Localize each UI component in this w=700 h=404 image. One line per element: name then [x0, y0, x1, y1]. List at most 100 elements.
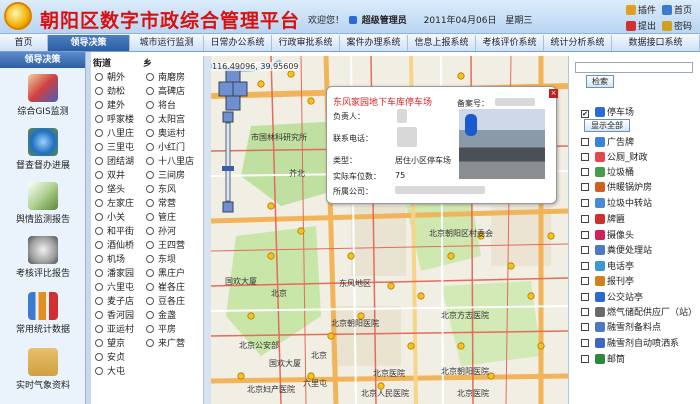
- layer-item[interactable]: 报刊亭: [581, 276, 634, 288]
- layer-item[interactable]: 融雪剂备料点: [581, 322, 661, 334]
- poi-marker-icon[interactable]: [457, 72, 465, 80]
- poi-marker-icon[interactable]: [447, 252, 455, 260]
- tab-report[interactable]: 信息上报系统: [408, 35, 476, 51]
- layer-checkbox[interactable]: [581, 308, 589, 316]
- layer-item[interactable]: 融雪剂自动喷洒系: [581, 338, 679, 350]
- street-radio-item[interactable]: 机场: [95, 252, 125, 265]
- poi-marker-icon[interactable]: [247, 312, 255, 320]
- poi-marker-icon[interactable]: [307, 97, 315, 105]
- radio-icon[interactable]: [95, 297, 103, 305]
- layer-checkbox[interactable]: ✔: [581, 110, 589, 118]
- layer-checkbox[interactable]: [581, 277, 589, 285]
- street-radio-item[interactable]: 香河园: [95, 308, 134, 321]
- street-radio-item[interactable]: 双井: [95, 168, 125, 181]
- layer-checkbox[interactable]: [581, 183, 589, 191]
- radio-icon[interactable]: [95, 185, 103, 193]
- search-button[interactable]: 检索: [586, 75, 614, 88]
- township-radio-item[interactable]: 平房: [146, 322, 176, 335]
- radio-icon[interactable]: [95, 143, 103, 151]
- layer-item[interactable]: 摄像头: [581, 230, 634, 242]
- township-radio-item[interactable]: 黑庄户: [146, 266, 185, 279]
- township-radio-item[interactable]: 东坝: [146, 252, 176, 265]
- street-radio-item[interactable]: 潘家园: [95, 266, 134, 279]
- poi-marker-icon[interactable]: [327, 332, 335, 340]
- radio-icon[interactable]: [95, 73, 103, 81]
- district-scrollbar[interactable]: [203, 56, 211, 404]
- street-radio-item[interactable]: 六里屯: [95, 280, 134, 293]
- layer-item[interactable]: 燃气储配供应厂（站）: [581, 307, 697, 319]
- township-radio-item[interactable]: 奥运村: [146, 126, 185, 139]
- radio-icon[interactable]: [95, 311, 103, 319]
- tab-leadership[interactable]: 领导决策: [48, 35, 130, 51]
- township-radio-item[interactable]: 金盏: [146, 308, 176, 321]
- layer-item[interactable]: 粪便处理站: [581, 245, 652, 257]
- layer-checkbox[interactable]: [581, 153, 589, 161]
- radio-icon[interactable]: [95, 157, 103, 165]
- layer-checkbox[interactable]: [581, 293, 589, 301]
- township-radio-item[interactable]: 常营: [146, 196, 176, 209]
- township-radio-item[interactable]: 管庄: [146, 210, 176, 223]
- township-radio-item[interactable]: 孙河: [146, 224, 176, 237]
- sidebar-item-evaluation[interactable]: 考核评比报告: [0, 236, 86, 279]
- poi-marker-icon[interactable]: [457, 342, 465, 350]
- show-all-button[interactable]: 显示全部: [584, 119, 630, 132]
- radio-icon[interactable]: [95, 199, 103, 207]
- radio-icon[interactable]: [95, 353, 103, 361]
- poi-marker-icon[interactable]: [257, 80, 265, 88]
- poi-marker-icon[interactable]: [347, 252, 355, 260]
- radio-icon[interactable]: [146, 185, 154, 193]
- radio-icon[interactable]: [95, 283, 103, 291]
- poi-marker-icon[interactable]: [387, 282, 395, 290]
- township-radio-item[interactable]: 高碑店: [146, 84, 185, 97]
- street-radio-item[interactable]: 亚运村: [95, 322, 134, 335]
- tab-approval[interactable]: 行政审批系统: [272, 35, 340, 51]
- street-radio-item[interactable]: 小关: [95, 210, 125, 223]
- radio-icon[interactable]: [95, 87, 103, 95]
- radio-icon[interactable]: [146, 213, 154, 221]
- layer-item[interactable]: 垃圾中转站: [581, 198, 652, 210]
- layer-item[interactable]: 公厕_财政: [581, 152, 648, 164]
- layer-item[interactable]: 邮筒: [581, 354, 625, 366]
- poi-marker-icon[interactable]: [547, 232, 555, 240]
- radio-icon[interactable]: [95, 339, 103, 347]
- township-radio-item[interactable]: 东风: [146, 182, 176, 195]
- layer-checkbox[interactable]: [581, 246, 589, 254]
- sidebar-item-supervision[interactable]: 督查督办进展: [0, 128, 86, 171]
- layer-item[interactable]: 牌匾: [581, 214, 625, 226]
- submit-button[interactable]: 提出: [626, 19, 656, 32]
- radio-icon[interactable]: [146, 171, 154, 179]
- layer-checkbox[interactable]: [581, 168, 589, 176]
- tab-data-interface[interactable]: 数据接口系统: [612, 35, 700, 51]
- radio-icon[interactable]: [95, 213, 103, 221]
- street-radio-item[interactable]: 八里庄: [95, 126, 134, 139]
- radio-icon[interactable]: [146, 339, 154, 347]
- street-radio-item[interactable]: 建外: [95, 98, 125, 111]
- sidebar-item-opinion[interactable]: 舆情监测报告: [0, 182, 86, 225]
- radio-icon[interactable]: [146, 115, 154, 123]
- radio-icon[interactable]: [146, 87, 154, 95]
- street-radio-item[interactable]: 麦子店: [95, 294, 134, 307]
- layer-item[interactable]: ✔ 停车场: [581, 107, 634, 119]
- tab-statistics[interactable]: 统计分析系统: [544, 35, 612, 51]
- tab-home[interactable]: 首页: [0, 35, 48, 51]
- tab-office[interactable]: 日常办公系统: [204, 35, 272, 51]
- township-radio-item[interactable]: 三间房: [146, 168, 185, 181]
- layer-item[interactable]: 供暖锅炉房: [581, 182, 652, 194]
- radio-icon[interactable]: [146, 227, 154, 235]
- layer-checkbox[interactable]: [581, 199, 589, 207]
- poi-marker-icon[interactable]: [237, 372, 245, 380]
- street-radio-item[interactable]: 和平街: [95, 224, 134, 237]
- street-radio-item[interactable]: 安贞: [95, 350, 125, 363]
- street-radio-item[interactable]: 劲松: [95, 84, 125, 97]
- tab-city-monitor[interactable]: 城市运行监测: [130, 35, 204, 51]
- tab-cases[interactable]: 案件办理系统: [340, 35, 408, 51]
- radio-icon[interactable]: [146, 283, 154, 291]
- poi-marker-icon[interactable]: [417, 292, 425, 300]
- layer-checkbox[interactable]: [581, 355, 589, 363]
- township-radio-item[interactable]: 来广营: [146, 336, 185, 349]
- poi-marker-icon[interactable]: [287, 70, 295, 78]
- popup-close-button[interactable]: ×: [549, 89, 558, 98]
- layer-checkbox[interactable]: [581, 262, 589, 270]
- radio-icon[interactable]: [95, 269, 103, 277]
- layer-checkbox[interactable]: [581, 323, 589, 331]
